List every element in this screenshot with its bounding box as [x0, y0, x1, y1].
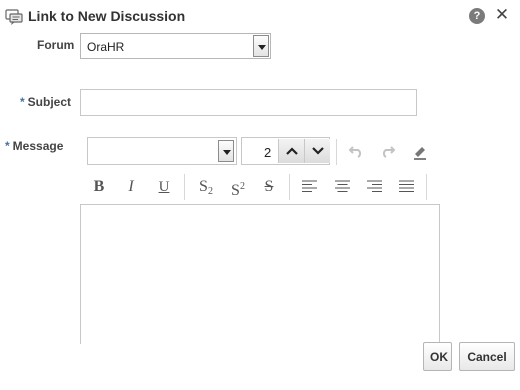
help-icon[interactable]: ?	[469, 8, 485, 24]
subscript-mark: 2	[207, 186, 213, 197]
subject-label: * Subject	[20, 95, 71, 109]
subscript-button[interactable]: S2	[194, 176, 218, 198]
required-marker: *	[20, 95, 25, 109]
subject-input[interactable]	[80, 89, 417, 116]
clear-formatting-icon[interactable]	[409, 140, 431, 162]
message-editor[interactable]	[80, 204, 440, 344]
bold-button[interactable]: B	[88, 176, 110, 198]
message-label: * Message	[5, 139, 63, 153]
font-size-value: 2	[264, 145, 272, 160]
chevron-down-icon[interactable]	[253, 35, 269, 57]
close-icon[interactable]: ✕	[494, 5, 510, 25]
toolbar-divider	[289, 174, 290, 200]
decrease-font-size-button[interactable]	[304, 139, 330, 163]
redo-icon[interactable]	[377, 140, 399, 162]
forum-select[interactable]: OraHR	[80, 33, 271, 59]
align-justify-icon[interactable]	[395, 176, 417, 198]
superscript-base: S	[231, 182, 240, 199]
subject-label-text: Subject	[27, 95, 72, 109]
align-right-icon[interactable]	[363, 176, 385, 198]
align-center-icon[interactable]	[331, 176, 353, 198]
toolbar-divider	[426, 174, 427, 200]
dialog-title: Link to New Discussion	[28, 8, 186, 24]
strikethrough-button[interactable]: S	[258, 176, 280, 198]
italic-button[interactable]: I	[120, 176, 142, 198]
discussion-icon	[5, 9, 23, 25]
dialog-titlebar: Link to New Discussion ? ✕	[0, 0, 520, 32]
underline-button[interactable]: U	[153, 176, 175, 198]
toolbar-divider	[336, 139, 337, 165]
cancel-button[interactable]: Cancel	[459, 342, 515, 371]
font-family-select[interactable]	[87, 137, 237, 165]
undo-icon[interactable]	[345, 140, 367, 162]
superscript-button[interactable]: S2	[226, 176, 250, 199]
increase-font-size-button[interactable]	[278, 139, 304, 163]
chevron-down-icon[interactable]	[218, 140, 234, 162]
align-left-icon[interactable]	[298, 176, 320, 198]
subscript-base: S	[199, 178, 208, 195]
ok-button[interactable]: OK	[423, 342, 452, 371]
toolbar-divider	[184, 174, 185, 200]
forum-select-value: OraHR	[87, 40, 125, 54]
font-size-stepper[interactable]: 2	[241, 137, 330, 165]
forum-label: Forum	[37, 38, 75, 52]
required-marker: *	[5, 139, 10, 153]
message-label-text: Message	[12, 139, 64, 153]
superscript-mark: 2	[239, 181, 245, 192]
